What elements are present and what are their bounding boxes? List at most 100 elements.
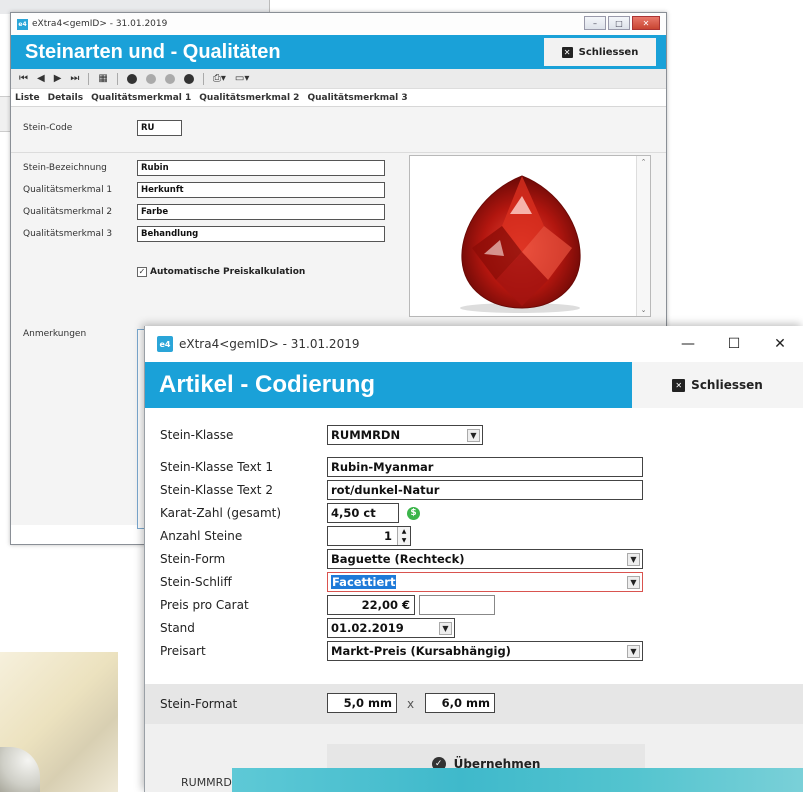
preisart-select[interactable]: Markt-Preis (Kursabhängig) ▼ (327, 641, 643, 661)
add-icon[interactable] (126, 73, 137, 84)
minimize-icon[interactable]: – (584, 16, 606, 30)
stein-bezeichnung-label: Stein-Bezeichnung (23, 163, 107, 173)
check-icon[interactable] (145, 73, 156, 84)
qualitaetsmerkmal-1-field[interactable]: Herkunft (137, 182, 385, 198)
stein-klasse-text2-field[interactable]: rot/dunkel-Natur (327, 480, 643, 500)
karat-zahl-field[interactable]: 4,50 ct (327, 503, 399, 523)
last-icon[interactable]: ⏭ (70, 73, 79, 84)
preis-pro-carat-field[interactable]: 22,00 € (327, 595, 415, 615)
qualitaetsmerkmal-3-field[interactable]: Behandlung (137, 226, 385, 242)
maximize-icon[interactable]: ☐ (711, 326, 757, 362)
chevron-down-icon: ▼ (627, 553, 640, 566)
close-icon[interactable]: ✕ (757, 326, 803, 362)
toolbar-divider (88, 72, 90, 85)
close-icon[interactable]: ✕ (632, 16, 660, 30)
window-controls: — ☐ ✕ (665, 326, 803, 362)
stein-format-row: Stein-Format 5,0 mm x 6,0 mm (145, 684, 803, 724)
image-scrollbar[interactable]: ⌃ ⌄ (636, 156, 650, 316)
preisart-value: Markt-Preis (Kursabhängig) (331, 644, 511, 658)
chevron-down-icon: ▼ (627, 576, 640, 589)
stand-label: Stand (160, 621, 195, 635)
title-band: Artikel - Codierung (145, 362, 632, 408)
window-controls: – □ ✕ (584, 16, 660, 30)
qualitaetsmerkmal-2-label: Qualitätsmerkmal 2 (23, 207, 113, 217)
minimize-icon[interactable]: — (665, 326, 711, 362)
stein-klasse-text1-label: Stein-Klasse Text 1 (160, 460, 273, 474)
stein-klasse-label: Stein-Klasse (160, 428, 234, 442)
stein-format-width-field[interactable]: 5,0 mm (327, 693, 397, 713)
qualitaetsmerkmal-3-label: Qualitätsmerkmal 3 (23, 229, 113, 239)
stein-form-select[interactable]: Baguette (Rechteck) ▼ (327, 549, 643, 569)
qualitaetsmerkmal-1-label: Qualitätsmerkmal 1 (23, 185, 113, 195)
window-titlebar: e4 eXtra4<gemID> - 31.01.2019 – □ ✕ (11, 13, 666, 35)
stein-form-value: Baguette (Rechteck) (331, 552, 465, 566)
close-button[interactable]: ✕ Schliessen (544, 38, 656, 66)
checkbox-checked-icon: ✓ (137, 267, 147, 277)
delete-icon[interactable] (183, 73, 194, 84)
page-header: Steinarten und - Qualitäten ✕ Schliessen (11, 35, 666, 69)
stand-date-picker[interactable]: 01.02.2019 ▼ (327, 618, 455, 638)
toolbar: ⏮ ◀ ▶ ⏭ ▦ ⎙▾ ▭▾ (11, 69, 666, 89)
codierung-form: Stein-Klasse RUMMRDN ▼ Stein-Klasse Text… (145, 408, 803, 684)
status-text: RUMMRD (181, 776, 232, 789)
stein-klasse-text1-field[interactable]: Rubin-Myanmar (327, 457, 643, 477)
close-button[interactable]: ✕ Schliessen (632, 362, 803, 408)
print-icon[interactable]: ⎙▾ (213, 73, 226, 84)
close-button-label: Schliessen (578, 46, 639, 58)
window-artikel-codierung: e4 eXtra4<gemID> - 31.01.2019 — ☐ ✕ Arti… (144, 326, 803, 792)
stein-klasse-select[interactable]: RUMMRDN ▼ (327, 425, 483, 445)
anmerkungen-label: Anmerkungen (23, 329, 87, 339)
stein-form-label: Stein-Form (160, 552, 226, 566)
tab-qualitaetsmerkmal-2[interactable]: Qualitätsmerkmal 2 (199, 93, 299, 103)
tab-qualitaetsmerkmal-3[interactable]: Qualitätsmerkmal 3 (307, 93, 407, 103)
chevron-down-icon: ▼ (439, 622, 452, 635)
page-header: Artikel - Codierung ✕ Schliessen (145, 362, 803, 408)
page-title: Steinarten und - Qualitäten (25, 40, 281, 63)
app-icon: e4 (157, 336, 173, 352)
stand-value: 01.02.2019 (331, 621, 404, 635)
app-icon: e4 (17, 18, 28, 30)
close-icon: ✕ (561, 46, 573, 58)
maximize-icon[interactable]: □ (608, 16, 630, 30)
first-icon[interactable]: ⏮ (19, 73, 28, 84)
close-icon: ✕ (672, 378, 686, 392)
chevron-down-icon: ▼ (467, 429, 480, 442)
tab-details[interactable]: Details (47, 92, 84, 103)
stone-image-panel: ⌃ ⌄ (409, 155, 651, 317)
divider (11, 152, 666, 153)
stein-schliff-select[interactable]: Facettiert ▼ (327, 572, 643, 592)
tab-qualitaetsmerkmal-1[interactable]: Qualitätsmerkmal 1 (91, 93, 191, 103)
karat-zahl-label: Karat-Zahl (gesamt) (160, 506, 282, 520)
qualitaetsmerkmal-2-field[interactable]: Farbe (137, 204, 385, 220)
preisart-label: Preisart (160, 644, 206, 658)
window-title-text: eXtra4<gemID> - 31.01.2019 (179, 337, 360, 351)
auto-preis-checkbox[interactable]: ✓ Automatische Preiskalkulation (137, 267, 305, 277)
export-icon[interactable]: ▭▾ (235, 73, 249, 84)
cancel-icon[interactable] (164, 73, 175, 84)
anzahl-steine-stepper[interactable]: 1 ▲ ▼ (327, 526, 411, 546)
stein-bezeichnung-field[interactable]: Rubin (137, 160, 385, 176)
stein-klasse-value: RUMMRDN (331, 428, 401, 442)
chevron-down-icon: ▼ (627, 645, 640, 658)
background-photo (232, 768, 803, 792)
window-title-text: eXtra4<gemID> - 31.01.2019 (32, 19, 168, 29)
prev-icon[interactable]: ◀ (37, 73, 45, 84)
auto-preis-label: Automatische Preiskalkulation (150, 267, 306, 277)
ruby-gem-photo (410, 156, 636, 316)
stein-code-field[interactable]: RU (137, 120, 182, 136)
stein-schliff-label: Stein-Schliff (160, 575, 232, 589)
tab-bar: Liste Details Qualitätsmerkmal 1 Qualitä… (11, 89, 666, 107)
anzahl-steine-label: Anzahl Steine (160, 529, 243, 543)
stein-klasse-text2-label: Stein-Klasse Text 2 (160, 483, 273, 497)
close-button-label: Schliessen (691, 378, 763, 392)
preis-pro-carat-label: Preis pro Carat (160, 598, 249, 612)
preis-extra-field[interactable] (419, 595, 495, 615)
stein-schliff-value: Facettiert (331, 575, 397, 589)
grid-icon[interactable]: ▦ (98, 73, 107, 84)
tab-liste[interactable]: Liste (15, 93, 40, 103)
stein-format-height-field[interactable]: 6,0 mm (425, 693, 495, 713)
next-icon[interactable]: ▶ (54, 73, 62, 84)
price-icon[interactable]: $ (407, 507, 420, 520)
toolbar-divider (202, 72, 204, 85)
stepper-arrows-icon[interactable]: ▲ ▼ (397, 527, 410, 545)
